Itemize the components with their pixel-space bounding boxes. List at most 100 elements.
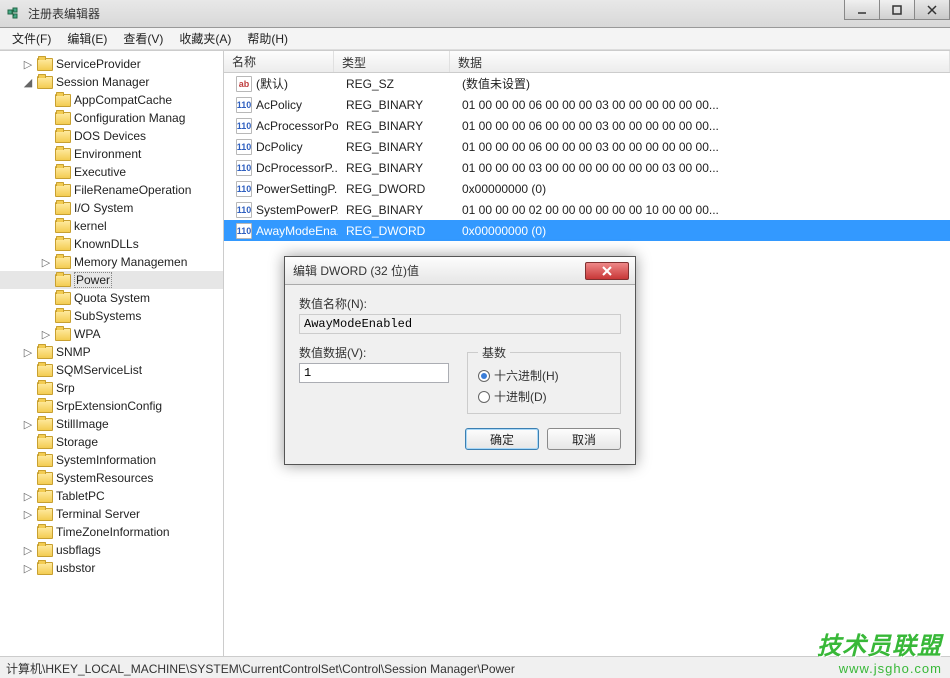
tree-item[interactable]: ▷ServiceProvider	[0, 55, 223, 73]
tree-item[interactable]: SystemInformation	[0, 451, 223, 469]
list-row[interactable]: 110DcProcessorP...REG_BINARY01 00 00 00 …	[224, 157, 950, 178]
tree-toggle-icon[interactable]: ▷	[40, 256, 52, 269]
tree-item[interactable]: Environment	[0, 145, 223, 163]
close-button[interactable]	[914, 0, 950, 20]
tree-item[interactable]: ▷WPA	[0, 325, 223, 343]
registry-tree[interactable]: ▷ServiceProvider◢Session Manager AppCompa…	[0, 51, 223, 656]
folder-icon	[55, 238, 71, 251]
tree-item[interactable]: ▷usbflags	[0, 541, 223, 559]
folder-icon	[37, 364, 53, 377]
tree-item[interactable]: ▷Terminal Server	[0, 505, 223, 523]
tree-item[interactable]: I/O System	[0, 199, 223, 217]
tree-item[interactable]: ◢Session Manager	[0, 73, 223, 91]
list-row[interactable]: 110SystemPowerP...REG_BINARY01 00 00 00 …	[224, 199, 950, 220]
tree-item[interactable]: Quota System	[0, 289, 223, 307]
radio-hex[interactable]: 十六进制(H)	[478, 365, 610, 386]
tree-item[interactable]: FileRenameOperation	[0, 181, 223, 199]
folder-icon	[55, 202, 71, 215]
tree-item[interactable]: Srp	[0, 379, 223, 397]
tree-item[interactable]: Executive	[0, 163, 223, 181]
cell-name: 110SystemPowerP...	[228, 202, 338, 218]
maximize-button[interactable]	[879, 0, 915, 20]
tree-item[interactable]: ▷usbstor	[0, 559, 223, 577]
value-data-input[interactable]	[299, 363, 449, 383]
binary-value-icon: 110	[236, 202, 252, 218]
minimize-button[interactable]	[844, 0, 880, 20]
menu-item-4[interactable]: 帮助(H)	[239, 28, 296, 49]
tree-item[interactable]: SystemResources	[0, 469, 223, 487]
cell-data: 0x00000000 (0)	[454, 182, 950, 196]
radio-hex-dot	[478, 370, 490, 382]
tree-item[interactable]: AppCompatCache	[0, 91, 223, 109]
tree-item[interactable]: SQMServiceList	[0, 361, 223, 379]
folder-icon	[37, 562, 53, 575]
tree-toggle-icon[interactable]: ▷	[22, 562, 34, 575]
tree-item[interactable]: KnownDLLs	[0, 235, 223, 253]
tree-toggle-icon[interactable]: ◢	[22, 76, 34, 89]
value-data-label: 数值数据(V):	[299, 344, 449, 361]
dialog-titlebar[interactable]: 编辑 DWORD (32 位)值	[285, 257, 635, 285]
tree-item[interactable]: Configuration Manag	[0, 109, 223, 127]
list-row[interactable]: ab(默认)REG_SZ(数值未设置)	[224, 73, 950, 94]
tree-toggle-icon[interactable]: ▷	[22, 58, 34, 71]
tree-item[interactable]: Storage	[0, 433, 223, 451]
tree-item[interactable]: ▷ StillImage	[0, 415, 223, 433]
tree-item[interactable]: Power	[0, 271, 223, 289]
tree-label: SQMServiceList	[56, 363, 142, 377]
folder-icon	[37, 472, 53, 485]
column-name[interactable]: 名称	[224, 51, 334, 72]
list-row[interactable]: 110PowerSettingP...REG_DWORD0x00000000 (…	[224, 178, 950, 199]
cell-data: 01 00 00 00 06 00 00 00 03 00 00 00 00 0…	[454, 140, 950, 154]
binary-value-icon: 110	[236, 139, 252, 155]
string-value-icon: ab	[236, 76, 252, 92]
tree-item[interactable]: ▷Memory Managemen	[0, 253, 223, 271]
tree-toggle-icon[interactable]: ▷	[22, 544, 34, 557]
tree-toggle-icon[interactable]: ▷	[22, 418, 34, 431]
folder-icon	[37, 454, 53, 467]
tree-item[interactable]: SubSystems	[0, 307, 223, 325]
list-row[interactable]: 110AcProcessorPo...REG_BINARY01 00 00 00…	[224, 115, 950, 136]
column-data[interactable]: 数据	[450, 51, 950, 72]
list-header: 名称 类型 数据	[224, 51, 950, 73]
tree-item[interactable]: ▷ SNMP	[0, 343, 223, 361]
tree-item[interactable]: kernel	[0, 217, 223, 235]
folder-icon	[37, 400, 53, 413]
list-row[interactable]: 110DcPolicyREG_BINARY01 00 00 00 06 00 0…	[224, 136, 950, 157]
folder-icon	[37, 346, 53, 359]
dialog-close-button[interactable]	[585, 262, 629, 280]
tree-item[interactable]: DOS Devices	[0, 127, 223, 145]
cell-data: 01 00 00 00 02 00 00 00 00 00 00 10 00 0…	[454, 203, 950, 217]
tree-item[interactable]: SrpExtensionConfig	[0, 397, 223, 415]
value-name-input	[299, 314, 621, 334]
tree-label: StillImage	[56, 417, 109, 431]
cancel-button[interactable]: 取消	[547, 428, 621, 450]
tree-toggle-icon[interactable]: ▷	[40, 328, 52, 341]
tree-toggle-icon[interactable]: ▷	[22, 346, 34, 359]
tree-item[interactable]: TimeZoneInformation	[0, 523, 223, 541]
tree-label: AppCompatCache	[74, 93, 172, 107]
tree-toggle-icon[interactable]: ▷	[22, 490, 34, 503]
radio-dec[interactable]: 十进制(D)	[478, 386, 610, 407]
cell-data: 01 00 00 00 06 00 00 00 03 00 00 00 00 0…	[454, 119, 950, 133]
list-row[interactable]: 110AcPolicyREG_BINARY01 00 00 00 06 00 0…	[224, 94, 950, 115]
folder-icon	[37, 526, 53, 539]
cell-type: REG_BINARY	[338, 119, 454, 133]
binary-value-icon: 110	[236, 160, 252, 176]
tree-item[interactable]: ▷TabletPC	[0, 487, 223, 505]
ok-button[interactable]: 确定	[465, 428, 539, 450]
tree-label: SNMP	[56, 345, 91, 359]
tree-label: DOS Devices	[74, 129, 146, 143]
radio-hex-label: 十六进制(H)	[494, 367, 559, 384]
folder-icon	[55, 328, 71, 341]
menu-item-1[interactable]: 编辑(E)	[59, 28, 115, 49]
tree-toggle-icon[interactable]: ▷	[22, 508, 34, 521]
column-type[interactable]: 类型	[334, 51, 450, 72]
menu-item-0[interactable]: 文件(F)	[4, 28, 59, 49]
folder-icon	[37, 382, 53, 395]
cell-name: 110DcPolicy	[228, 139, 338, 155]
tree-label: Configuration Manag	[74, 111, 185, 125]
cell-type: REG_BINARY	[338, 140, 454, 154]
menu-item-3[interactable]: 收藏夹(A)	[171, 28, 239, 49]
menu-item-2[interactable]: 查看(V)	[115, 28, 171, 49]
list-row[interactable]: 110AwayModeEna...REG_DWORD0x00000000 (0)	[224, 220, 950, 241]
